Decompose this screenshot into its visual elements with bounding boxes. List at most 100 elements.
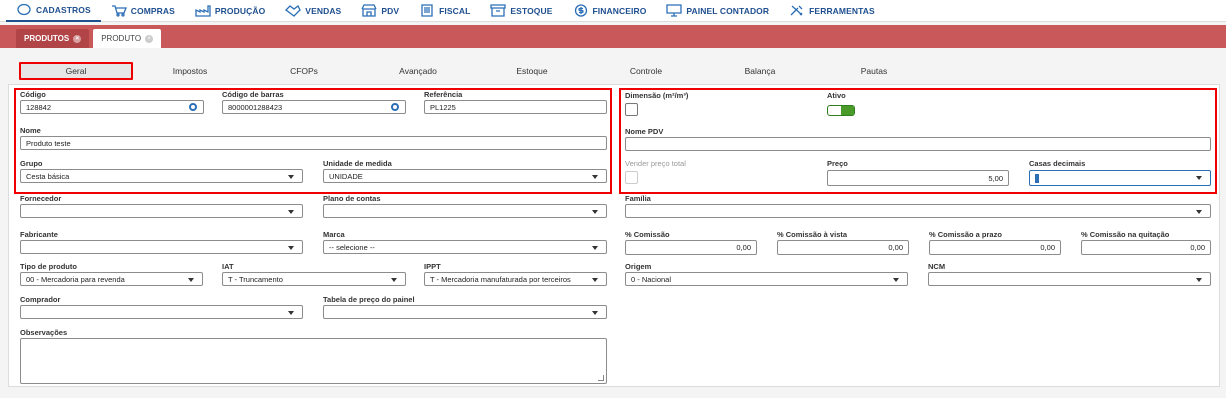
comissao-vista-label: % Comissão à vista	[777, 230, 848, 239]
casas-decimais-select[interactable]	[1029, 170, 1211, 186]
preco-label: Preço	[827, 159, 848, 168]
iat-label: IAT	[222, 262, 234, 271]
comissao-vista-input[interactable]: 0,00	[777, 240, 909, 255]
plano-contas-select[interactable]	[323, 204, 607, 218]
nav-pdv[interactable]: PDV	[351, 0, 409, 22]
close-icon[interactable]: ×	[145, 34, 154, 43]
nav-cadastros[interactable]: CADASTROS	[6, 0, 101, 22]
marca-value: -- selecione --	[329, 242, 375, 252]
nome-input[interactable]: Produto teste	[20, 136, 607, 150]
comprador-field: Comprador	[20, 295, 303, 319]
nome-pdv-input[interactable]	[625, 137, 1211, 151]
vender-preco-total-label: Vender preço total	[625, 159, 686, 168]
tipo-produto-field: Tipo de produto 00 - Mercadoria para rev…	[20, 262, 203, 286]
unidade-value: UNIDADE	[329, 171, 363, 181]
screen-icon	[666, 4, 683, 17]
subtab-geral[interactable]: Geral	[19, 62, 133, 80]
subtab-impostos[interactable]: Impostos	[133, 62, 247, 80]
tabela-preco-select[interactable]	[323, 305, 607, 319]
nav-label: CADASTROS	[36, 4, 91, 15]
comissao-prazo-input[interactable]: 0,00	[929, 240, 1061, 255]
ncm-select[interactable]	[928, 272, 1211, 286]
nav-estoque[interactable]: ESTOQUE	[480, 0, 562, 22]
dimensao-field: Dimensão (m²/m³)	[625, 91, 805, 116]
ippt-field: IPPT T - Mercadoria manufaturada por ter…	[424, 262, 607, 286]
observacoes-field: Observações	[20, 328, 607, 384]
comissao-vista-value: 0,00	[888, 243, 903, 252]
grupo-select[interactable]: Cesta básica	[20, 169, 303, 183]
nome-label: Nome	[20, 126, 41, 135]
fabricante-field: Fabricante	[20, 230, 303, 254]
codigo-barras-label: Código de barras	[222, 90, 284, 99]
marca-label: Marca	[323, 230, 345, 239]
nav-label: PRODUÇÃO	[214, 5, 266, 16]
dimensao-checkbox[interactable]	[625, 103, 638, 116]
nome-value: Produto teste	[26, 138, 71, 148]
codigo-input[interactable]: 128842	[20, 100, 204, 114]
close-icon[interactable]: ×	[73, 34, 82, 43]
comprador-select[interactable]	[20, 305, 303, 319]
comissao-input[interactable]: 0,00	[625, 240, 757, 255]
codigo-value: 128842	[26, 102, 52, 112]
nav-vendas[interactable]: VENDAS	[275, 0, 351, 22]
marca-select[interactable]: -- selecione --	[323, 240, 607, 254]
ativo-toggle[interactable]	[827, 105, 855, 116]
familia-label: Família	[625, 194, 651, 203]
subtab-cfops[interactable]: CFOPs	[247, 62, 361, 80]
nav-painel-contador[interactable]: PAINEL CONTADOR	[656, 0, 779, 22]
origem-value: 0 - Nacional	[631, 274, 672, 284]
gear-icon[interactable]	[391, 103, 399, 111]
unidade-select[interactable]: UNIDADE	[323, 169, 607, 183]
origem-label: Origem	[625, 262, 652, 271]
unidade-field: Unidade de medida UNIDADE	[323, 159, 607, 183]
subtab-avancado[interactable]: Avançado	[361, 62, 475, 80]
dimensao-label: Dimensão (m²/m³)	[625, 91, 689, 100]
codigo-barras-input[interactable]: 8000001288423	[222, 100, 406, 114]
grupo-field: Grupo Cesta básica	[20, 159, 303, 183]
tipo-produto-value: 00 - Mercadoria para revenda	[26, 274, 125, 284]
tab-produtos[interactable]: PRODUTOS ×	[16, 29, 90, 48]
comissao-prazo-label: % Comissão a prazo	[929, 230, 1002, 239]
ativo-field: Ativo	[827, 91, 1007, 116]
nav-label: PDV	[381, 5, 400, 16]
tools-icon	[790, 5, 803, 16]
fabricante-select[interactable]	[20, 240, 303, 254]
nav-fiscal[interactable]: FISCAL	[409, 0, 480, 22]
ippt-value: T - Mercadoria manufaturada por terceiro…	[430, 274, 571, 284]
nav-financeiro[interactable]: FINANCEIRO	[563, 0, 657, 22]
comissao-quitacao-field: % Comissão na quitação 0,00	[1081, 230, 1211, 255]
origem-select[interactable]: 0 - Nacional	[625, 272, 908, 286]
grupo-label: Grupo	[20, 159, 43, 168]
referencia-label: Referência	[424, 90, 463, 99]
familia-field: Família	[625, 194, 1211, 218]
subtab-pautas[interactable]: Pautas	[817, 62, 931, 80]
familia-select[interactable]	[625, 204, 1211, 218]
comissao-quitacao-input[interactable]: 0,00	[1081, 240, 1211, 255]
codigo-label: Código	[20, 90, 46, 99]
fornecedor-select[interactable]	[20, 204, 303, 218]
ippt-select[interactable]: T - Mercadoria manufaturada por terceiro…	[424, 272, 607, 286]
form-subtabs: Geral Impostos CFOPs Avançado Estoque Co…	[0, 62, 1226, 84]
ncm-field: NCM	[928, 262, 1211, 286]
nav-ferramentas[interactable]: FERRAMENTAS	[779, 0, 885, 22]
preco-input[interactable]: 5,00	[827, 170, 1009, 186]
observacoes-textarea[interactable]	[20, 338, 607, 384]
tipo-produto-select[interactable]: 00 - Mercadoria para revenda	[20, 272, 203, 286]
selected-option-marker	[1035, 173, 1039, 183]
fabricante-label: Fabricante	[20, 230, 58, 239]
nav-producao[interactable]: PRODUÇÃO	[185, 0, 275, 22]
tab-produto[interactable]: PRODUTO ×	[93, 29, 162, 48]
referencia-input[interactable]: PL1225	[424, 100, 607, 114]
nome-field: Nome Produto teste	[20, 126, 607, 150]
top-nav: CADASTROS COMPRAS PRODUÇÃO VENDAS PDV FI…	[0, 0, 1226, 22]
nav-compras[interactable]: COMPRAS	[101, 0, 185, 22]
comissao-value: 0,00	[736, 243, 751, 252]
iat-select[interactable]: T - Truncamento	[222, 272, 406, 286]
nav-label: VENDAS	[305, 5, 342, 16]
subtab-controle[interactable]: Controle	[589, 62, 703, 80]
subtab-balanca[interactable]: Balança	[703, 62, 817, 80]
subtab-estoque[interactable]: Estoque	[475, 62, 589, 80]
comissao-quitacao-label: % Comissão na quitação	[1081, 230, 1170, 239]
vender-preco-total-checkbox[interactable]	[625, 171, 638, 184]
gear-icon[interactable]	[189, 103, 197, 111]
